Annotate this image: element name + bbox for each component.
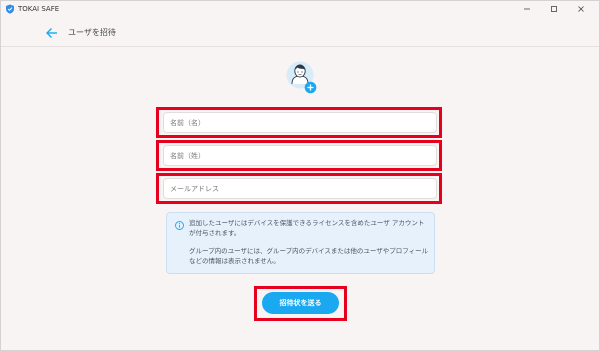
page-title: ユーザを招待 — [68, 28, 116, 37]
maximize-button[interactable] — [542, 1, 566, 17]
shield-icon — [6, 4, 14, 14]
info-paragraph-privacy: グループ内のユーザには、グループ内のデバイスまたは他のユーザやプロフィールなどの… — [189, 247, 429, 265]
info-circle-icon — [175, 221, 184, 230]
close-icon — [578, 6, 584, 12]
info-box: 追加したユーザにはデバイスを保護できるライセンスを含めたユーザ アカウントが付与… — [166, 212, 435, 274]
close-button[interactable] — [569, 1, 593, 17]
minimize-button[interactable] — [515, 1, 539, 17]
header-divider — [1, 46, 599, 47]
first-name-field[interactable] — [163, 112, 437, 133]
info-paragraph-license: 追加したユーザにはデバイスを保護できるライセンスを含めたユーザ アカウントが付与… — [189, 219, 425, 237]
send-invitation-button[interactable]: 招待状を送る — [262, 292, 339, 314]
app-title: TOKAI SAFE — [18, 5, 60, 13]
minimize-icon — [524, 8, 530, 10]
maximize-icon — [551, 6, 557, 12]
email-field[interactable] — [163, 178, 437, 199]
arrow-left-icon[interactable] — [45, 27, 59, 39]
title-bar: TOKAI SAFE — [1, 1, 599, 17]
last-name-field[interactable] — [163, 145, 437, 166]
user-add-icon — [286, 61, 317, 94]
app-window: TOKAI SAFE ユーザを招待 名前（名） 名前（姓） メールアドレス 追加… — [0, 0, 600, 351]
